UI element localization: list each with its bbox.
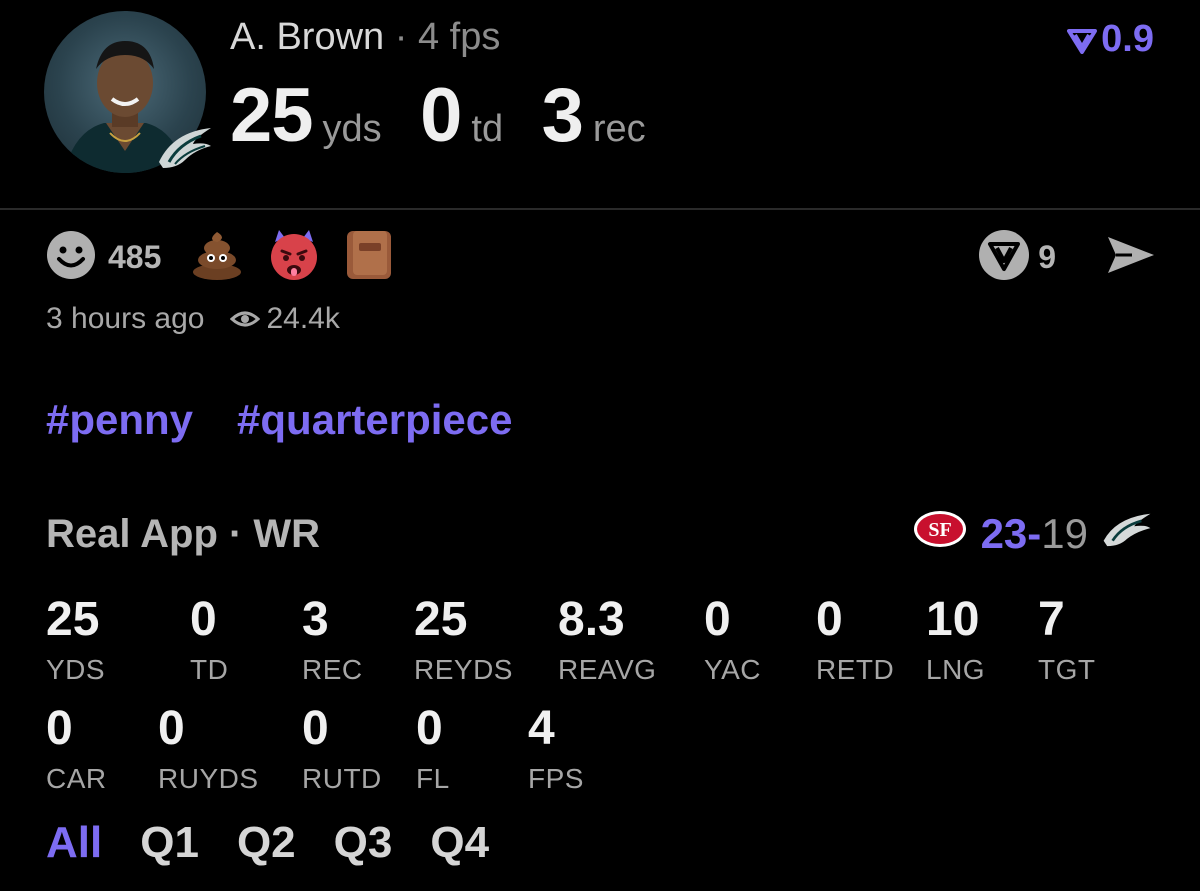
poop-emoji-icon[interactable] [191, 230, 243, 285]
stat-label: LNG [926, 654, 986, 685]
stat-value: 0 [190, 593, 217, 646]
stat-value: 4 [528, 702, 555, 755]
real-comment-icon[interactable] [978, 229, 1030, 286]
stat-label: RUYDS [158, 763, 259, 794]
player-name[interactable]: A. Brown [230, 16, 384, 58]
comment-count: 9 [1038, 238, 1056, 275]
real-score[interactable]: 0.9 [1067, 18, 1154, 61]
stat-car: 0 CAR [46, 705, 107, 795]
game-score[interactable]: SF 23-19 [913, 510, 1154, 558]
stat-retd: 0 RETD [816, 596, 894, 686]
eagles-logo-icon [155, 122, 215, 172]
stat-reavg: 8.3 REAVG [558, 596, 656, 686]
stat-value: 25 [414, 593, 468, 646]
tab-q1[interactable]: Q1 [140, 818, 199, 867]
divider [0, 208, 1200, 210]
player-title: A. Brown · 4 fps [230, 16, 500, 59]
stat-yac: 0 YAC [704, 596, 761, 686]
stat-tgt: 7 TGT [1038, 596, 1096, 686]
49ers-logo-icon: SF [913, 510, 967, 558]
stat-value: 0 [158, 702, 185, 755]
stat-rutd: 0 RUTD [302, 705, 382, 795]
stat-label: FPS [528, 763, 584, 794]
stat-value: 7 [1038, 593, 1065, 646]
view-count-value: 24.4k [266, 302, 340, 335]
stat-label: YAC [704, 654, 761, 685]
stat-value: 0 [46, 702, 73, 755]
eagles-logo-icon [1100, 510, 1154, 558]
separator-dot: · [394, 16, 408, 58]
stat-value: 0 [416, 702, 443, 755]
stat-rec-value: 3 [541, 73, 584, 158]
stat-label: CAR [46, 763, 107, 794]
hashtags: #penny #quarterpiece [46, 396, 557, 444]
period-tabs: All Q1 Q2 Q3 Q4 [46, 818, 527, 868]
score-win: 23 [980, 510, 1028, 557]
stat-yds-unit: yds [322, 108, 382, 150]
post-time: 3 hours ago [46, 302, 205, 335]
tab-q2[interactable]: Q2 [237, 818, 296, 867]
smile-icon[interactable] [46, 230, 96, 285]
stat-value: 3 [302, 593, 329, 646]
player-statline: 25 yds 0 td 3 rec [230, 72, 680, 159]
game-title: Real App · WR [46, 512, 321, 556]
stat-reyds: 25 REYDS [414, 596, 513, 686]
send-icon[interactable] [1104, 233, 1156, 282]
stat-value: 0 [704, 593, 731, 646]
post-actions: 9 [978, 229, 1156, 286]
stat-fl: 0 FL [416, 705, 450, 795]
player-fps: 4 fps [417, 16, 501, 58]
stat-value: 10 [926, 593, 980, 646]
stat-yds: 25 YDS [46, 596, 105, 686]
hashtag-link[interactable]: #quarterpiece [237, 396, 512, 443]
hashtag-link[interactable]: #penny [46, 396, 193, 443]
post-meta: 3 hours ago 24.4k [46, 302, 340, 336]
hot-devil-emoji-icon[interactable] [267, 228, 321, 287]
stat-value: 25 [46, 593, 100, 646]
stat-ruyds: 0 RUYDS [158, 705, 259, 795]
stat-rec-unit: rec [592, 108, 646, 150]
tab-q4[interactable]: Q4 [430, 818, 489, 867]
stat-label: TD [190, 654, 229, 685]
stat-td: 0 TD [190, 596, 228, 686]
stat-label: REC [302, 654, 363, 685]
stat-label: FL [416, 763, 450, 794]
real-score-value: 0.9 [1101, 18, 1154, 60]
stat-value: 0 [302, 702, 329, 755]
score-dash: - [1027, 510, 1042, 557]
svg-text:SF: SF [928, 519, 951, 541]
stat-value: 8.3 [558, 593, 625, 646]
stat-fps: 4 FPS [528, 705, 584, 795]
stat-label: RETD [816, 654, 895, 685]
tab-q3[interactable]: Q3 [334, 818, 393, 867]
eye-icon [230, 311, 261, 327]
stat-td-unit: td [471, 108, 504, 150]
tab-all[interactable]: All [46, 818, 102, 867]
stat-lng: 10 LNG [926, 596, 985, 686]
stat-value: 0 [816, 593, 843, 646]
stat-label: TGT [1038, 654, 1096, 685]
stat-label: RUTD [302, 763, 382, 794]
view-count: 24.4k [230, 302, 340, 336]
real-points-icon [1067, 28, 1098, 54]
stat-label: REYDS [414, 654, 513, 685]
reactions-bar: 485 [46, 228, 417, 287]
stat-yds-value: 25 [230, 73, 314, 158]
stat-td-value: 0 [420, 73, 462, 158]
score-loss: 19 [1041, 510, 1088, 557]
stat-label: REAVG [558, 654, 657, 685]
reaction-count: 485 [108, 238, 162, 275]
stat-label: YDS [46, 654, 106, 685]
book-emoji-icon[interactable] [345, 229, 393, 286]
stat-rec: 3 REC [302, 596, 363, 686]
